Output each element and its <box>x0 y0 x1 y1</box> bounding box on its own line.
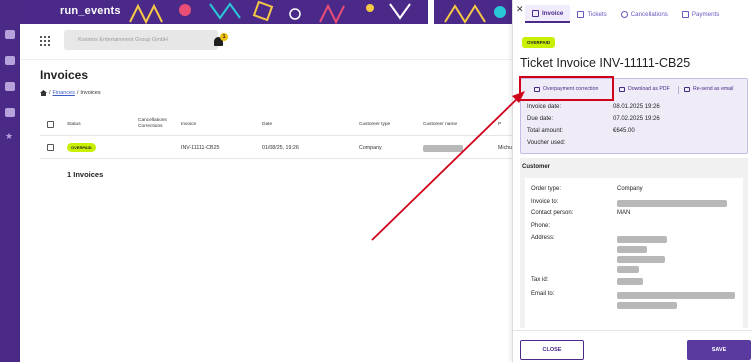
tab-cancellations[interactable]: Cancellations <box>614 5 675 23</box>
cancel-icon <box>620 10 628 18</box>
phone-label: Phone: <box>531 223 551 229</box>
column-invoice[interactable]: Invoice <box>181 122 196 128</box>
app-window: ★ run_events Kosmos Entertainment Group … <box>0 0 752 362</box>
tab-payments-label: Payments <box>691 10 720 18</box>
resend-email-label: Re-send as email <box>693 86 734 92</box>
tab-tickets-label: Tickets <box>587 10 607 18</box>
save-button[interactable]: SAVE <box>687 340 751 360</box>
star-icon[interactable]: ★ <box>5 132 15 141</box>
breadcrumb-current: Invoices <box>80 90 101 96</box>
email-to-redacted-1 <box>617 292 735 299</box>
customer-details-card: Order type: Company Invoice to: Contact … <box>525 178 743 328</box>
cell-date: 01/08/25, 19:26 <box>262 145 299 151</box>
cell-partial: Michu <box>498 145 513 151</box>
invoice-to-label: Invoice to: <box>531 199 559 205</box>
address-redacted-3 <box>617 256 665 263</box>
customer-section-title: Customer <box>522 164 551 170</box>
contact-person-label: Contact person: <box>531 210 574 216</box>
panel-tabs: Invoice Tickets Cancellations Payments <box>525 5 752 23</box>
status-badge: OVERPAID <box>67 143 96 152</box>
notifications-button[interactable]: 1 <box>212 31 228 49</box>
invoice-side-panel: ✕ Invoice Tickets Cancellations Payments… <box>512 0 752 362</box>
order-type-label: Order type: <box>531 186 562 192</box>
apps-grid-icon[interactable] <box>40 36 50 46</box>
folder-icon[interactable] <box>5 56 15 65</box>
panel-footer: CLOSE SAVE <box>513 330 752 362</box>
home-icon[interactable] <box>40 90 47 96</box>
tax-id-redacted <box>617 278 643 285</box>
top-header: Kosmos Entertainment Group GmbH 1 <box>20 24 512 60</box>
breadcrumb-separator: / <box>49 90 51 96</box>
tab-payments[interactable]: Payments <box>675 5 727 23</box>
left-nav-rail: ★ <box>0 0 20 362</box>
invoice-title: Ticket Invoice INV-11111-CB25 <box>520 56 691 70</box>
document-icon[interactable] <box>5 108 15 117</box>
total-amount-label: Total amount: <box>527 128 564 134</box>
document-icon <box>532 9 539 17</box>
contact-person-value: MAN <box>617 210 631 216</box>
download-pdf-label: Download as PDF <box>628 86 670 92</box>
total-amount-value: €645.00 <box>613 128 635 134</box>
ticket-icon <box>577 10 585 18</box>
email-icon <box>684 86 690 92</box>
invoice-to-redacted <box>617 200 727 207</box>
tab-invoice-label: Invoice <box>542 9 564 17</box>
email-to-label: Email to: <box>531 291 555 297</box>
column-corrections[interactable]: Corrections <box>138 124 163 130</box>
download-pdf-button[interactable]: Download as PDF <box>619 86 670 92</box>
breadcrumb-finances[interactable]: Finances <box>53 90 75 96</box>
action-divider <box>678 86 679 94</box>
cell-invoice: INV-11111-CB25 <box>181 145 220 151</box>
tab-cancellations-label: Cancellations <box>630 10 668 18</box>
table-row[interactable]: OVERPAID INV-11111-CB25 01/08/25, 19:26 … <box>40 137 512 159</box>
column-partial[interactable]: P <box>498 122 501 128</box>
invoice-count: 1 Invoices <box>67 170 104 179</box>
app-logo[interactable]: run_events <box>60 5 121 17</box>
notification-count-badge: 1 <box>220 33 228 41</box>
breadcrumb-separator: / <box>76 90 79 96</box>
image-icon[interactable] <box>5 82 15 91</box>
organization-selector[interactable]: Kosmos Entertainment Group GmbH <box>64 30 218 50</box>
column-status[interactable]: Status <box>67 122 81 128</box>
cell-customer-name-redacted <box>423 145 463 152</box>
email-to-redacted-2 <box>617 302 677 309</box>
close-icon[interactable]: ✕ <box>516 5 524 14</box>
page-title: Invoices <box>40 68 89 82</box>
due-date-label: Due date: <box>527 116 554 122</box>
customer-section: Customer Order type: Company Invoice to:… <box>520 158 748 328</box>
invoice-date-label: Invoice date: <box>527 104 562 110</box>
invoice-status-badge: OVERPAID <box>522 37 556 48</box>
download-icon <box>619 86 625 92</box>
row-checkbox[interactable] <box>47 144 54 151</box>
address-redacted-2 <box>617 246 647 253</box>
tab-invoice[interactable]: Invoice <box>525 5 571 23</box>
annotation-highlight-box <box>519 76 614 101</box>
tax-id-label: Tax id: <box>531 277 549 283</box>
invoice-date-value: 08.01.2025 19:26 <box>613 104 660 110</box>
table-header: Status Cancellations Corrections Invoice… <box>40 114 512 136</box>
due-date-value: 07.02.2025 19:26 <box>613 116 660 122</box>
address-redacted-4 <box>617 266 639 273</box>
address-label: Address: <box>531 235 555 241</box>
chat-icon[interactable] <box>5 30 15 39</box>
resend-email-button[interactable]: Re-send as email <box>684 86 733 92</box>
column-customer-name[interactable]: Customer name <box>423 122 457 128</box>
top-banner: run_events <box>20 0 512 24</box>
breadcrumb: / Finances / Invoices <box>40 90 101 96</box>
close-button[interactable]: CLOSE <box>520 340 584 360</box>
column-customer-type[interactable]: Customer type <box>359 122 390 128</box>
payment-icon <box>681 10 689 18</box>
column-date[interactable]: Date <box>262 122 272 128</box>
address-redacted-1 <box>617 236 667 243</box>
select-all-checkbox[interactable] <box>47 121 54 128</box>
voucher-used-label: Voucher used: <box>527 140 566 146</box>
tab-tickets[interactable]: Tickets <box>570 5 613 23</box>
cell-customer-type: Company <box>359 145 382 151</box>
order-type-value: Company <box>617 186 643 192</box>
